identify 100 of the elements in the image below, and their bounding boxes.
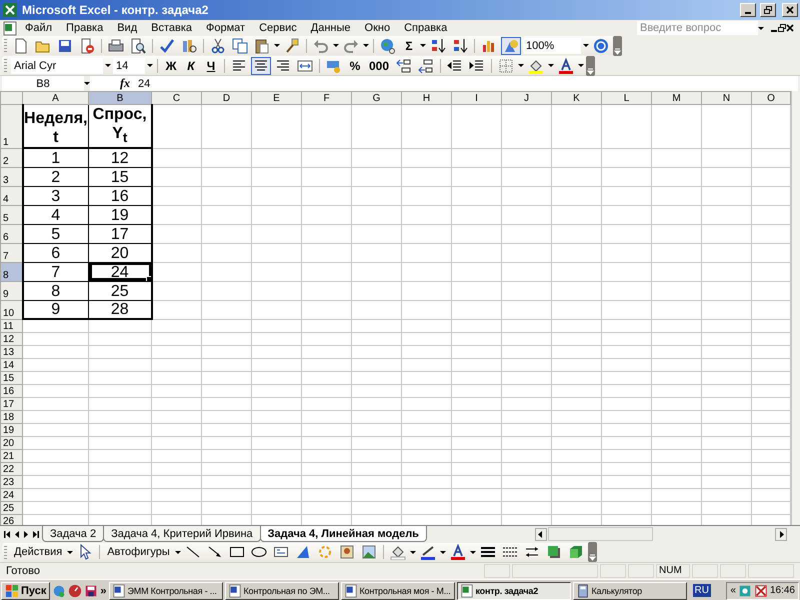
row-header[interactable]: 4 bbox=[0, 186, 22, 206]
line-icon[interactable] bbox=[184, 544, 201, 560]
font-name-field[interactable]: Arial Cyr bbox=[11, 58, 103, 74]
row-header[interactable]: 11 bbox=[0, 319, 22, 332]
format-painter-icon[interactable] bbox=[284, 38, 300, 54]
scroll-right-icon[interactable] bbox=[775, 528, 787, 540]
row-header[interactable]: 22 bbox=[0, 462, 22, 476]
fill-color-icon[interactable] bbox=[390, 544, 406, 560]
row-header[interactable]: 5 bbox=[0, 205, 22, 224]
column-header[interactable]: C bbox=[152, 92, 202, 104]
column-header[interactable]: K bbox=[552, 92, 602, 104]
caret-icon[interactable] bbox=[105, 62, 111, 69]
row-header[interactable]: 7 bbox=[0, 243, 22, 262]
row-header[interactable]: 20 bbox=[0, 436, 22, 450]
row-header[interactable]: 10 bbox=[0, 300, 22, 320]
increase-indent-icon[interactable] bbox=[469, 58, 486, 74]
column-header[interactable]: G bbox=[352, 92, 402, 104]
show-hidden-icons-button[interactable]: « bbox=[730, 585, 736, 596]
menu-item[interactable]: Окно bbox=[358, 22, 398, 34]
caret-icon[interactable] bbox=[67, 548, 74, 556]
menu-item[interactable]: Вид bbox=[110, 22, 144, 34]
row-header[interactable]: 14 bbox=[0, 358, 22, 372]
row-header[interactable]: 25 bbox=[0, 501, 22, 514]
font-color-icon[interactable] bbox=[558, 58, 574, 74]
new-document-icon[interactable] bbox=[13, 38, 29, 54]
clip-art-icon[interactable] bbox=[338, 544, 355, 560]
column-header[interactable]: E bbox=[252, 92, 302, 104]
font-size-field[interactable]: 14 bbox=[113, 58, 145, 74]
horizontal-scrollbar-thumb[interactable] bbox=[548, 527, 653, 541]
scroll-left-icon[interactable] bbox=[534, 528, 547, 540]
menu-item[interactable]: Справка bbox=[397, 22, 454, 34]
arrow-icon[interactable] bbox=[206, 544, 223, 560]
caret-icon[interactable] bbox=[410, 548, 416, 556]
column-header[interactable]: N bbox=[702, 92, 752, 104]
first-sheet-icon[interactable] bbox=[4, 530, 11, 538]
gauge-icon[interactable] bbox=[68, 584, 82, 598]
taskbar-button[interactable]: Контрольная моя - М... bbox=[340, 582, 454, 600]
paste-icon[interactable] bbox=[254, 38, 270, 54]
help-search-field[interactable]: Введите вопрос bbox=[637, 21, 758, 35]
row-header[interactable]: 26 bbox=[0, 514, 22, 525]
column-header[interactable]: F bbox=[302, 92, 352, 104]
menu-item[interactable]: Файл bbox=[18, 22, 60, 34]
decrease-indent-icon[interactable] bbox=[447, 58, 464, 74]
menu-item[interactable]: Сервис bbox=[252, 22, 304, 34]
column-header[interactable]: B bbox=[88, 92, 152, 104]
next-sheet-icon[interactable] bbox=[23, 530, 29, 538]
row-header[interactable]: 17 bbox=[0, 397, 22, 410]
row-header[interactable]: 3 bbox=[0, 167, 22, 186]
taskbar-button[interactable]: ЭММ Контрольная - ... bbox=[108, 582, 222, 600]
name-box[interactable]: B8 bbox=[2, 76, 84, 92]
autoshapes-menu-button[interactable]: Автофигуры bbox=[104, 543, 173, 561]
taskbar-button[interactable]: Контрольная по ЭМ... bbox=[224, 582, 338, 600]
zoom-field[interactable]: 100% bbox=[523, 38, 581, 54]
column-header[interactable]: H bbox=[402, 92, 452, 104]
drawing-toggle-button[interactable] bbox=[501, 36, 521, 54]
font-style-button[interactable]: Ч bbox=[202, 56, 220, 74]
minimize-button[interactable] bbox=[740, 3, 756, 17]
restore-button[interactable] bbox=[760, 3, 776, 17]
row-header[interactable]: 12 bbox=[0, 332, 22, 346]
text-box-icon[interactable] bbox=[272, 544, 289, 560]
wordart-icon[interactable] bbox=[294, 544, 311, 560]
caret-icon[interactable] bbox=[363, 42, 369, 49]
toolbar-options-icon[interactable] bbox=[588, 542, 597, 562]
row-header[interactable]: 13 bbox=[0, 345, 22, 358]
column-header[interactable]: O bbox=[752, 92, 790, 104]
excel-document-icon[interactable] bbox=[2, 20, 18, 36]
row-header[interactable]: 19 bbox=[0, 423, 22, 436]
caret-icon[interactable] bbox=[333, 42, 339, 49]
arrow-style-icon[interactable] bbox=[524, 544, 540, 560]
caret-icon[interactable] bbox=[518, 62, 524, 69]
language-indicator[interactable]: RU bbox=[692, 584, 711, 597]
row-header[interactable]: 16 bbox=[0, 384, 22, 398]
caret-icon[interactable] bbox=[440, 548, 446, 556]
font-color-icon[interactable] bbox=[450, 544, 466, 560]
menu-item[interactable]: Вставка bbox=[144, 22, 200, 34]
print-icon[interactable] bbox=[108, 38, 124, 54]
align-button[interactable] bbox=[251, 56, 271, 74]
sort-ascending-icon[interactable] bbox=[430, 38, 446, 54]
start-button[interactable]: Пуск bbox=[1, 582, 50, 600]
percent-button[interactable]: % bbox=[346, 56, 364, 74]
column-header[interactable]: A bbox=[22, 92, 88, 104]
research-books-icon[interactable] bbox=[181, 38, 197, 54]
column-header[interactable]: D bbox=[202, 92, 252, 104]
column-header[interactable]: J bbox=[502, 92, 552, 104]
thousands-button[interactable]: 000 bbox=[366, 56, 392, 74]
increase-decimal-icon[interactable] bbox=[396, 58, 412, 74]
row-header[interactable]: 1 bbox=[0, 104, 22, 148]
sheet-tab[interactable]: Задача 4, Критерий Ирвина bbox=[103, 526, 261, 542]
borders-icon[interactable] bbox=[498, 58, 514, 74]
cut-icon[interactable] bbox=[210, 38, 226, 54]
picture-icon[interactable] bbox=[360, 544, 377, 560]
cross-app-icon[interactable] bbox=[754, 584, 768, 598]
copy-icon[interactable] bbox=[232, 38, 248, 54]
column-header[interactable]: I bbox=[452, 92, 502, 104]
actions-menu-button[interactable]: Действия bbox=[11, 543, 66, 561]
quick-launch-more[interactable]: » bbox=[100, 584, 106, 596]
row-header[interactable]: 6 bbox=[0, 224, 22, 244]
font-style-button[interactable]: Ж bbox=[162, 56, 180, 74]
sheet-tab[interactable]: Задача 4, Линейная модель bbox=[260, 526, 427, 542]
toolbar-options-icon[interactable] bbox=[586, 56, 596, 76]
